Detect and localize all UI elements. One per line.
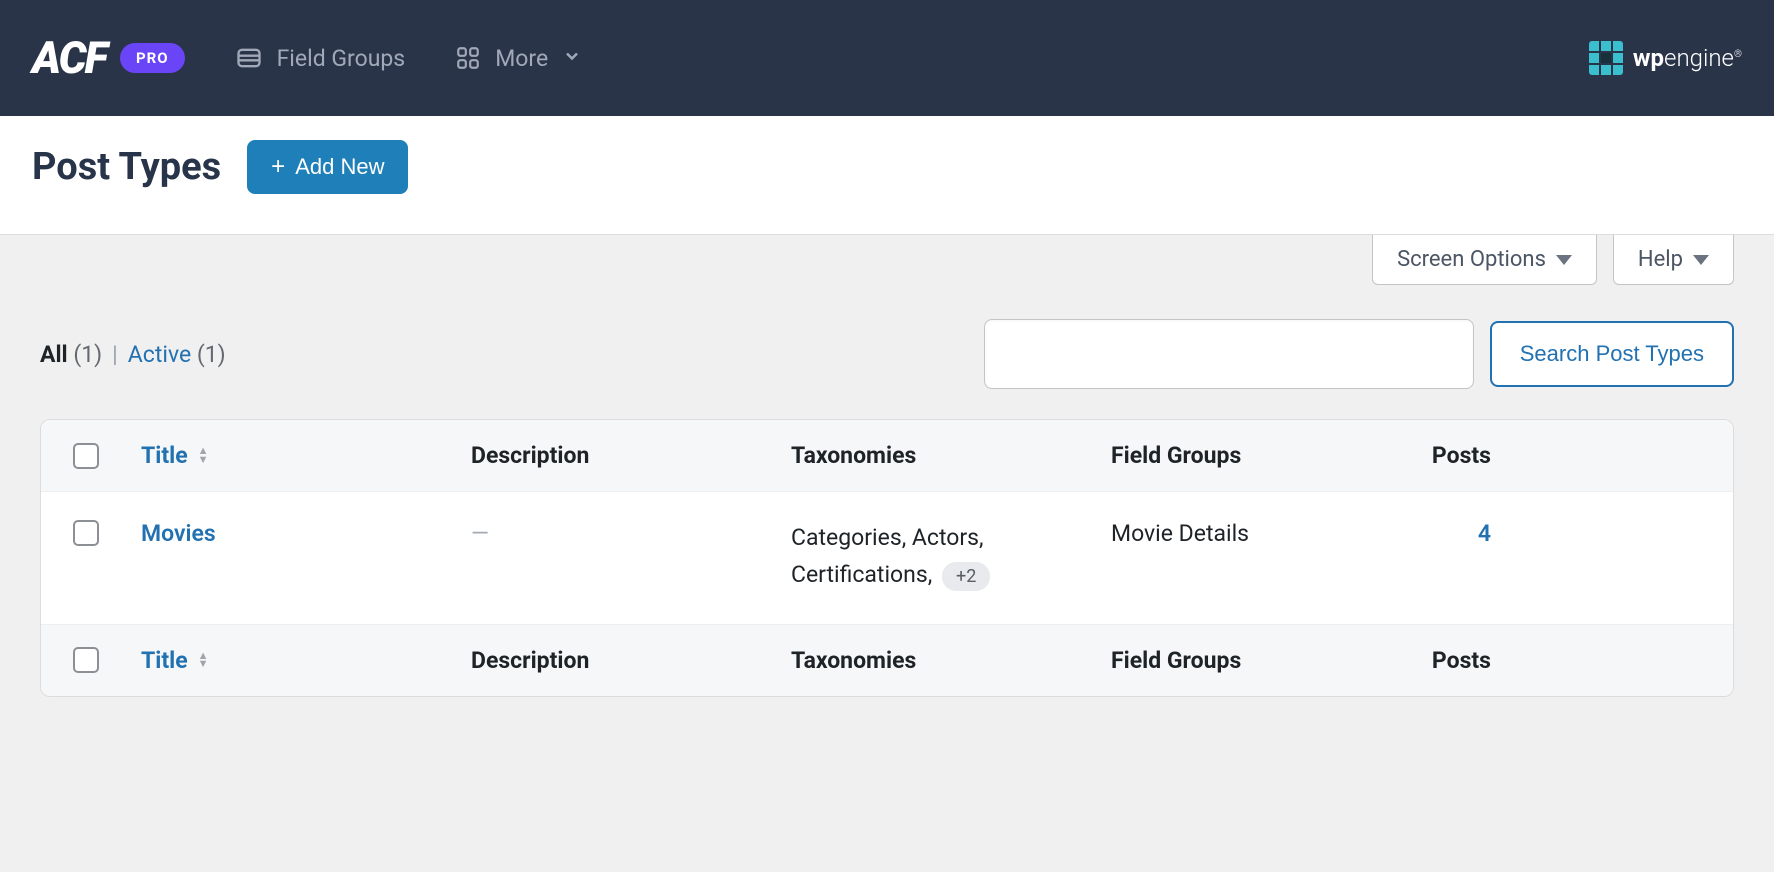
more-pill[interactable]: +2 — [942, 562, 990, 591]
row-taxonomies: Categories, Actors, Certifications, +2 — [781, 520, 1101, 594]
filter-active[interactable]: Active (1) — [128, 341, 226, 368]
triangle-down-icon — [1693, 255, 1709, 265]
add-new-label: Add New — [295, 154, 384, 180]
column-description-footer: Description — [461, 647, 781, 674]
topbar-left: ACF PRO Field Groups More — [32, 32, 582, 84]
chevron-down-icon — [562, 45, 582, 72]
column-taxonomies: Taxonomies — [781, 442, 1101, 469]
nav-label: More — [495, 45, 548, 72]
select-all-checkbox[interactable] — [73, 443, 99, 469]
list-icon — [235, 44, 263, 72]
add-new-button[interactable]: + Add New — [247, 140, 408, 194]
column-taxonomies-footer: Taxonomies — [781, 647, 1101, 674]
acf-logo: ACF — [32, 32, 106, 84]
column-posts: Posts — [1421, 442, 1531, 469]
row-checkbox[interactable] — [73, 520, 99, 546]
row-select-cell — [41, 520, 131, 546]
select-all-cell-footer — [41, 647, 131, 673]
topbar: ACF PRO Field Groups More wpengine® — [0, 0, 1774, 116]
separator: | — [112, 341, 118, 368]
sort-icon: ▲▼ — [198, 448, 209, 463]
wpengine-logo[interactable]: wpengine® — [1589, 41, 1742, 75]
filter-row: All (1) | Active (1) Search Post Types — [40, 319, 1734, 389]
plus-icon: + — [271, 155, 285, 179]
row-description: — — [461, 520, 781, 547]
select-all-cell — [41, 443, 131, 469]
row-title-link[interactable]: Movies — [131, 520, 461, 547]
nav-label: Field Groups — [277, 45, 406, 72]
search-post-types-button[interactable]: Search Post Types — [1490, 321, 1734, 387]
select-all-checkbox-footer[interactable] — [73, 647, 99, 673]
screen-meta: Screen Options Help — [0, 235, 1774, 285]
content: All (1) | Active (1) Search Post Types T… — [0, 285, 1774, 731]
view-filters: All (1) | Active (1) — [40, 341, 226, 368]
column-title-footer[interactable]: Title ▲▼ — [131, 647, 461, 674]
search-wrap: Search Post Types — [984, 319, 1734, 389]
column-description: Description — [461, 442, 781, 469]
filter-all[interactable]: All (1) — [40, 341, 102, 368]
wpengine-text: wpengine® — [1633, 44, 1742, 72]
help-button[interactable]: Help — [1613, 235, 1734, 285]
sort-icon: ▲▼ — [198, 653, 209, 668]
screen-options-label: Screen Options — [1397, 247, 1546, 272]
nav-field-groups[interactable]: Field Groups — [235, 44, 406, 72]
page-title: Post Types — [32, 145, 221, 189]
page-header: Post Types + Add New — [0, 116, 1774, 235]
post-types-table: Title ▲▼ Description Taxonomies Field Gr… — [40, 419, 1734, 697]
table-row: Movies — Categories, Actors, Certificati… — [41, 491, 1733, 625]
wpengine-icon — [1589, 41, 1623, 75]
table-footer: Title ▲▼ Description Taxonomies Field Gr… — [41, 625, 1733, 696]
screen-options-button[interactable]: Screen Options — [1372, 235, 1597, 285]
row-posts-link[interactable]: 4 — [1421, 520, 1531, 547]
column-field-groups-footer: Field Groups — [1101, 647, 1421, 674]
nav-more[interactable]: More — [455, 45, 582, 72]
row-field-groups: Movie Details — [1101, 520, 1421, 547]
grid-icon — [455, 45, 481, 71]
triangle-down-icon — [1556, 255, 1572, 265]
column-field-groups: Field Groups — [1101, 442, 1421, 469]
logo-group[interactable]: ACF PRO — [32, 32, 185, 84]
column-posts-footer: Posts — [1421, 647, 1531, 674]
column-title[interactable]: Title ▲▼ — [131, 442, 461, 469]
pro-badge: PRO — [120, 43, 185, 73]
search-input[interactable] — [984, 319, 1474, 389]
table-header: Title ▲▼ Description Taxonomies Field Gr… — [41, 420, 1733, 491]
help-label: Help — [1638, 247, 1683, 272]
